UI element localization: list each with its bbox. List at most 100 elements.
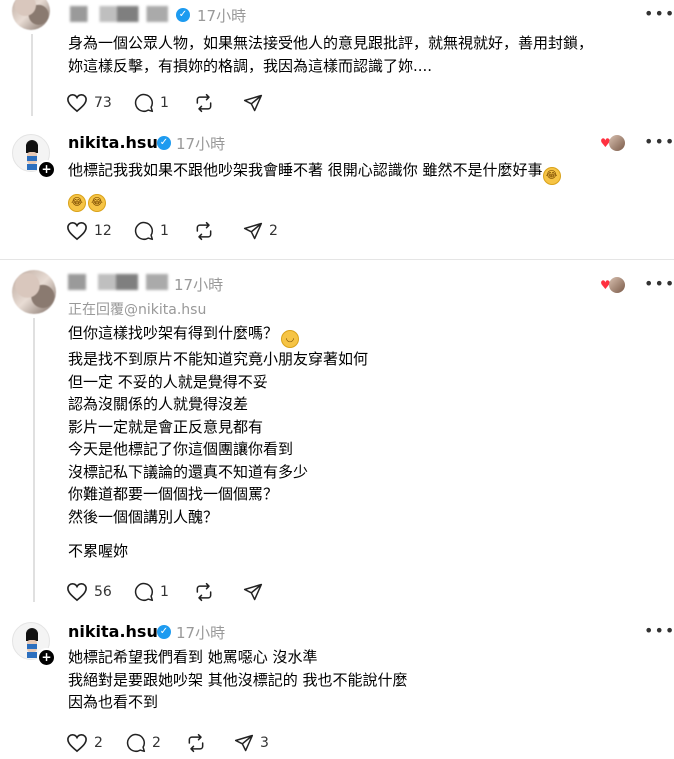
- follow-plus-button[interactable]: +: [37, 160, 56, 179]
- reply-count: 1: [160, 95, 169, 111]
- post-text: 但你這樣找吵架有得到什麼嗎？ ◡ 我是找不到原片不能知道究竟小朋友穿著如何 但一定…: [68, 322, 368, 563]
- replying-to: 正在回覆@nikita.hsu: [68, 299, 206, 319]
- text-line: 我絕對是要跟她吵架 其他沒標記的 我也不能說什麼: [68, 670, 408, 689]
- text-line: 但你這樣找吵架有得到什麼嗎？: [68, 324, 279, 342]
- post-actions: 73 1: [66, 91, 366, 115]
- repost-button[interactable]: [193, 219, 215, 243]
- more-icon[interactable]: •••: [644, 4, 674, 23]
- post-time: 17小時: [197, 7, 247, 25]
- like-button[interactable]: 12: [66, 219, 112, 243]
- text-line: 你難道都要一個個找一個個罵？: [68, 485, 279, 503]
- post-actions: 2 2 3: [66, 731, 366, 755]
- send-icon: [243, 94, 263, 112]
- text-line: 今天是他標記了你這個團讓你看到: [68, 440, 294, 458]
- more-icon[interactable]: •••: [644, 621, 674, 640]
- send-icon: [234, 734, 254, 752]
- heart-icon: [67, 221, 87, 241]
- rolling-laughing-emoji: 😂: [542, 167, 561, 185]
- like-button[interactable]: 2: [66, 731, 103, 755]
- post-actions: 56 1: [66, 580, 366, 604]
- username[interactable]: nikita.hsu: [68, 133, 158, 152]
- reply-count: 1: [160, 584, 169, 600]
- share-button[interactable]: [243, 580, 263, 604]
- send-icon: [243, 583, 263, 601]
- text-line: 身為一個公眾人物，如果無法接受他人的意見跟批評，就無視就好，善用封鎖，: [68, 34, 594, 52]
- rolling-laughing-emoji: 😂: [88, 194, 106, 212]
- share-button[interactable]: 2: [243, 219, 278, 243]
- author-liked-indicator: ♥: [600, 277, 625, 293]
- share-count: 3: [260, 735, 269, 751]
- repost-button[interactable]: [193, 580, 215, 604]
- reply-button[interactable]: 1: [134, 91, 169, 115]
- text-line: 沒標記私下議論的還真不知道有多少: [68, 462, 309, 481]
- like-button[interactable]: 73: [66, 91, 112, 115]
- replying-handle-link[interactable]: @nikita.hsu: [124, 302, 206, 318]
- text-line: 認為沒關係的人就覺得沒差: [68, 395, 249, 413]
- slight-smile-emoji: ◡: [281, 330, 300, 348]
- text-line: 我是找不到原片不能知道究竟小朋友穿著如何: [68, 350, 369, 368]
- reply-button[interactable]: 2: [126, 731, 161, 755]
- verified-badge-icon: ✓: [157, 136, 171, 150]
- follow-plus-button[interactable]: +: [37, 648, 56, 667]
- share-button[interactable]: 3: [234, 731, 269, 755]
- comment-icon: [134, 582, 154, 602]
- repost-icon: [188, 733, 204, 753]
- mini-avatar: [608, 135, 625, 151]
- repost-icon: [196, 582, 212, 602]
- text-line: 妳這樣反擊，有損妳的格調，我因為這樣而認識了妳....: [68, 56, 433, 75]
- comment-icon: [134, 221, 154, 241]
- rolling-laughing-emoji: 😂: [68, 194, 86, 212]
- avatar[interactable]: [12, 0, 50, 30]
- verified-badge-icon: ✓: [176, 8, 190, 22]
- heart-icon: [67, 733, 87, 753]
- thread-line: [31, 34, 33, 116]
- post-1: ✓ 17小時 ••• 身為一個公眾人物，如果無法接受他人的意見跟批評，就無視就好…: [0, 0, 674, 125]
- text-line: 因為也看不到: [68, 693, 159, 711]
- post-2: 17小時 ♥ ••• 正在回覆@nikita.hsu 但你這樣找吵架有得到什麼嗎…: [0, 260, 674, 612]
- replying-prefix: 正在回覆: [68, 302, 124, 318]
- like-count: 73: [94, 95, 112, 111]
- author-liked-indicator: ♥: [600, 135, 625, 151]
- heart-icon: [67, 93, 87, 113]
- reply-1: + nikita.hsu ✓ 17小時 ♥ ••• 他標記我我如果不跟他吵架我會…: [0, 125, 674, 259]
- post-time: 17小時: [176, 624, 226, 642]
- post-time: 17小時: [174, 276, 224, 294]
- more-icon[interactable]: •••: [644, 132, 674, 151]
- text-line: 她標記希望我們看到 她罵噁心 沒水準: [68, 648, 318, 666]
- repost-button[interactable]: [185, 731, 207, 755]
- verified-badge-icon: ✓: [157, 625, 171, 639]
- username-blurred[interactable]: [70, 6, 168, 22]
- share-count: 2: [269, 223, 278, 239]
- username[interactable]: nikita.hsu: [68, 622, 158, 641]
- mini-avatar: [608, 277, 625, 293]
- send-icon: [243, 222, 263, 240]
- text-line: 不累喔妳: [68, 542, 129, 560]
- thread-line: [33, 318, 35, 602]
- post-text: 他標記我我如果不跟他吵架我會睡不著 很開心認識你 雖然不是什麼好事 😂 😂 😂: [68, 159, 561, 212]
- like-button[interactable]: 56: [66, 580, 112, 604]
- username-blurred[interactable]: [68, 274, 168, 290]
- reply-count: 1: [160, 223, 169, 239]
- text-line: 但一定 不妥的人就是覺得不妥: [68, 372, 268, 391]
- reply-2: + nikita.hsu ✓ 17小時 ••• 她標記希望我們看到 她罵噁心 沒…: [0, 612, 674, 759]
- like-count: 2: [94, 735, 103, 751]
- post-time: 17小時: [176, 135, 226, 153]
- text-line: 影片一定就是會正反意見都有: [68, 417, 264, 436]
- heart-icon: [67, 582, 87, 602]
- reply-button[interactable]: 1: [134, 219, 169, 243]
- text-line: 然後一個個講別人醜？: [68, 507, 219, 526]
- post-text: 她標記希望我們看到 她罵噁心 沒水準 我絕對是要跟她吵架 其他沒標記的 我也不能…: [68, 646, 408, 714]
- post-actions: 12 1 2: [66, 219, 366, 243]
- like-count: 56: [94, 584, 112, 600]
- comment-icon: [126, 733, 146, 753]
- reply-button[interactable]: 1: [134, 580, 169, 604]
- repost-button[interactable]: [193, 91, 215, 115]
- text-line: 他標記我我如果不跟他吵架我會睡不著 很開心認識你 雖然不是什麼好事: [68, 161, 543, 179]
- more-icon[interactable]: •••: [644, 274, 674, 293]
- like-count: 12: [94, 223, 112, 239]
- comment-icon: [134, 93, 154, 113]
- avatar[interactable]: [12, 270, 56, 314]
- share-button[interactable]: [243, 91, 263, 115]
- repost-icon: [196, 93, 212, 113]
- post-text: 身為一個公眾人物，如果無法接受他人的意見跟批評，就無視就好，善用封鎖， 妳這樣反…: [68, 32, 593, 77]
